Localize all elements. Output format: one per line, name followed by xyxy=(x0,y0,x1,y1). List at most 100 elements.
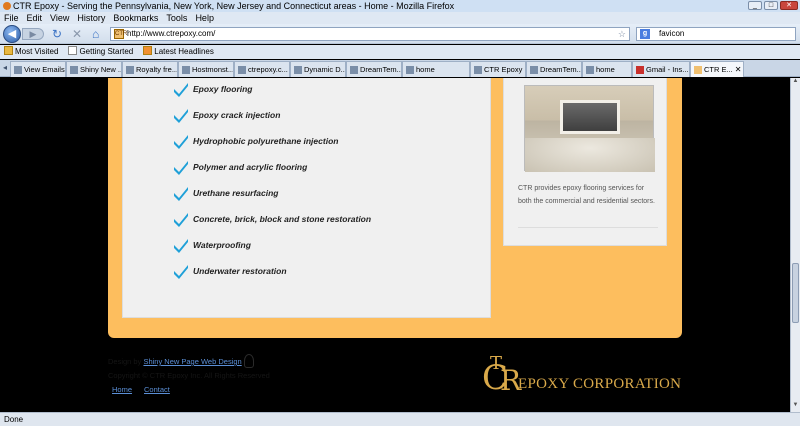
tab-ctr-active[interactable]: CTR E... ✕ xyxy=(690,61,744,77)
epoxy-floor xyxy=(525,138,655,172)
checkmark-icon xyxy=(174,135,188,149)
bookmark-star-icon[interactable]: ☆ xyxy=(618,28,626,40)
checkmark-icon xyxy=(174,109,188,123)
checkmark-icon xyxy=(174,213,188,227)
menu-file[interactable]: File xyxy=(4,12,19,24)
scroll-up-icon[interactable]: ▲ xyxy=(791,78,800,88)
tab-ctrepoxy[interactable]: ctrepoxy.c... xyxy=(234,61,290,77)
divider xyxy=(518,227,658,228)
title-bar: CTR Epoxy - Serving the Pennsylvania, Ne… xyxy=(0,0,800,12)
tab-icon xyxy=(586,65,594,74)
navigation-toolbar: ◀ ▶ ↻ ✕ ⌂ CTR http://www.ctrepoxy.com/ ☆… xyxy=(0,24,800,44)
tab-dynamic-d[interactable]: Dynamic D... xyxy=(290,61,346,77)
gmail-icon xyxy=(636,65,644,74)
tab-icon xyxy=(694,65,702,74)
sidebar-text: CTR provides epoxy flooring services for… xyxy=(518,185,655,205)
lightbulb-icon xyxy=(244,354,254,368)
tab-home-2[interactable]: home xyxy=(582,61,632,77)
tab-icon xyxy=(70,65,78,74)
footer-link-home[interactable]: Home xyxy=(112,385,132,394)
menu-bar: File Edit View History Bookmarks Tools H… xyxy=(0,12,800,24)
bookmark-folder-icon xyxy=(4,46,13,55)
tab-icon xyxy=(238,65,246,74)
tab-icon xyxy=(126,65,134,74)
copyright-text: Copyright © CTR Epoxy Inc. All Rights Re… xyxy=(108,371,270,380)
search-value: favicon xyxy=(659,29,685,38)
tab-home-1[interactable]: home xyxy=(402,61,470,77)
list-item: Concrete, brick, block and stone restora… xyxy=(173,210,371,228)
footer-links: Home Contact xyxy=(112,385,170,394)
design-credit-link[interactable]: Shiny New Page Web Design xyxy=(143,357,241,366)
tab-icon xyxy=(182,65,190,74)
bookmark-most-visited[interactable]: Most Visited xyxy=(4,45,58,59)
tab-hostmonster[interactable]: Hostmonst... xyxy=(178,61,234,77)
search-bar[interactable]: g favicon xyxy=(636,27,796,41)
close-tab-icon[interactable]: ✕ xyxy=(735,63,742,77)
garage-floor-photo xyxy=(524,85,655,172)
tab-icon xyxy=(474,65,482,74)
tab-ctr-epoxy[interactable]: CTR Epoxy ... xyxy=(470,61,526,77)
bookmark-latest-headlines[interactable]: Latest Headlines xyxy=(143,45,214,59)
forward-button[interactable]: ▶ xyxy=(22,28,44,40)
bookmark-getting-started[interactable]: Getting Started xyxy=(68,45,133,59)
tab-icon xyxy=(14,65,22,74)
tab-icon xyxy=(350,65,358,74)
tab-royalty-free[interactable]: Royalty fre... xyxy=(122,61,178,77)
checkmark-icon xyxy=(174,187,188,201)
list-item: Waterproofing xyxy=(173,236,251,254)
menu-history[interactable]: History xyxy=(77,12,105,24)
url-bar[interactable]: CTR http://www.ctrepoxy.com/ ☆ xyxy=(110,27,630,41)
tab-scroll-left-button[interactable]: ◂ xyxy=(0,60,10,76)
tab-strip: ◂ View Emails Shiny New ... Royalty fre.… xyxy=(0,60,800,77)
checkmark-icon xyxy=(174,239,188,253)
design-credit: Design by Shiny New Page Web Design xyxy=(108,357,242,366)
bookmarks-toolbar: Most Visited Getting Started Latest Head… xyxy=(0,45,800,59)
list-item: Epoxy crack injection xyxy=(173,106,280,124)
garage-door xyxy=(560,100,620,134)
tab-icon xyxy=(406,65,414,74)
minimize-button[interactable]: _ xyxy=(748,1,762,10)
list-item: Polymer and acrylic flooring xyxy=(173,158,307,176)
back-button[interactable]: ◀ xyxy=(3,25,21,43)
tab-dreamtem-2[interactable]: DreamTem... xyxy=(526,61,582,77)
site-favicon-icon: CTR xyxy=(114,29,128,39)
menu-bookmarks[interactable]: Bookmarks xyxy=(113,12,158,24)
logo-name: EPOXY CORPORATION xyxy=(518,375,682,392)
tab-shiny-new[interactable]: Shiny New ... xyxy=(66,61,122,77)
menu-edit[interactable]: Edit xyxy=(27,12,43,24)
list-item: Urethane resurfacing xyxy=(173,184,279,202)
list-item: Underwater restoration xyxy=(173,262,287,280)
close-window-button[interactable]: ✕ xyxy=(780,1,798,10)
browser-window: CTR Epoxy - Serving the Pennsylvania, Ne… xyxy=(0,0,800,426)
list-item: Epoxy flooring xyxy=(173,80,253,98)
tab-view-emails[interactable]: View Emails xyxy=(10,61,66,77)
menu-tools[interactable]: Tools xyxy=(166,12,187,24)
window-title: CTR Epoxy - Serving the Pennsylvania, Ne… xyxy=(13,1,455,11)
reload-icon[interactable]: ↻ xyxy=(52,27,62,41)
rss-icon xyxy=(143,46,153,55)
tab-icon xyxy=(294,65,302,74)
stop-icon[interactable]: ✕ xyxy=(72,27,82,41)
vertical-scrollbar[interactable]: ▲ ▼ xyxy=(790,78,800,412)
ctr-monogram: C T R xyxy=(482,353,522,398)
firefox-icon xyxy=(3,2,11,10)
checkmark-icon xyxy=(174,161,188,175)
tab-icon xyxy=(530,65,538,74)
checkmark-icon xyxy=(174,83,188,97)
footer-link-contact[interactable]: Contact xyxy=(144,385,170,394)
google-search-icon[interactable]: g xyxy=(640,29,650,39)
scroll-down-icon[interactable]: ▼ xyxy=(791,402,800,412)
url-text: http://www.ctrepoxy.com/ xyxy=(127,29,216,38)
home-icon[interactable]: ⌂ xyxy=(92,27,99,41)
menu-view[interactable]: View xyxy=(50,12,69,24)
menu-help[interactable]: Help xyxy=(195,12,214,24)
web-page: Epoxy flooring Epoxy crack injection Hyd… xyxy=(0,78,790,412)
tab-gmail[interactable]: Gmail - Ins... xyxy=(632,61,690,77)
maximize-button[interactable]: □ xyxy=(764,1,778,10)
scroll-thumb[interactable] xyxy=(792,263,799,323)
company-logo: C T R EPOXY CORPORATION xyxy=(482,353,682,400)
tab-dreamtem-1[interactable]: DreamTem... xyxy=(346,61,402,77)
services-list: Epoxy flooring Epoxy crack injection Hyd… xyxy=(122,78,491,318)
list-item: Hydrophobic polyurethane injection xyxy=(173,132,338,150)
sidebar-box: CTR provides epoxy flooring services for… xyxy=(503,78,667,246)
